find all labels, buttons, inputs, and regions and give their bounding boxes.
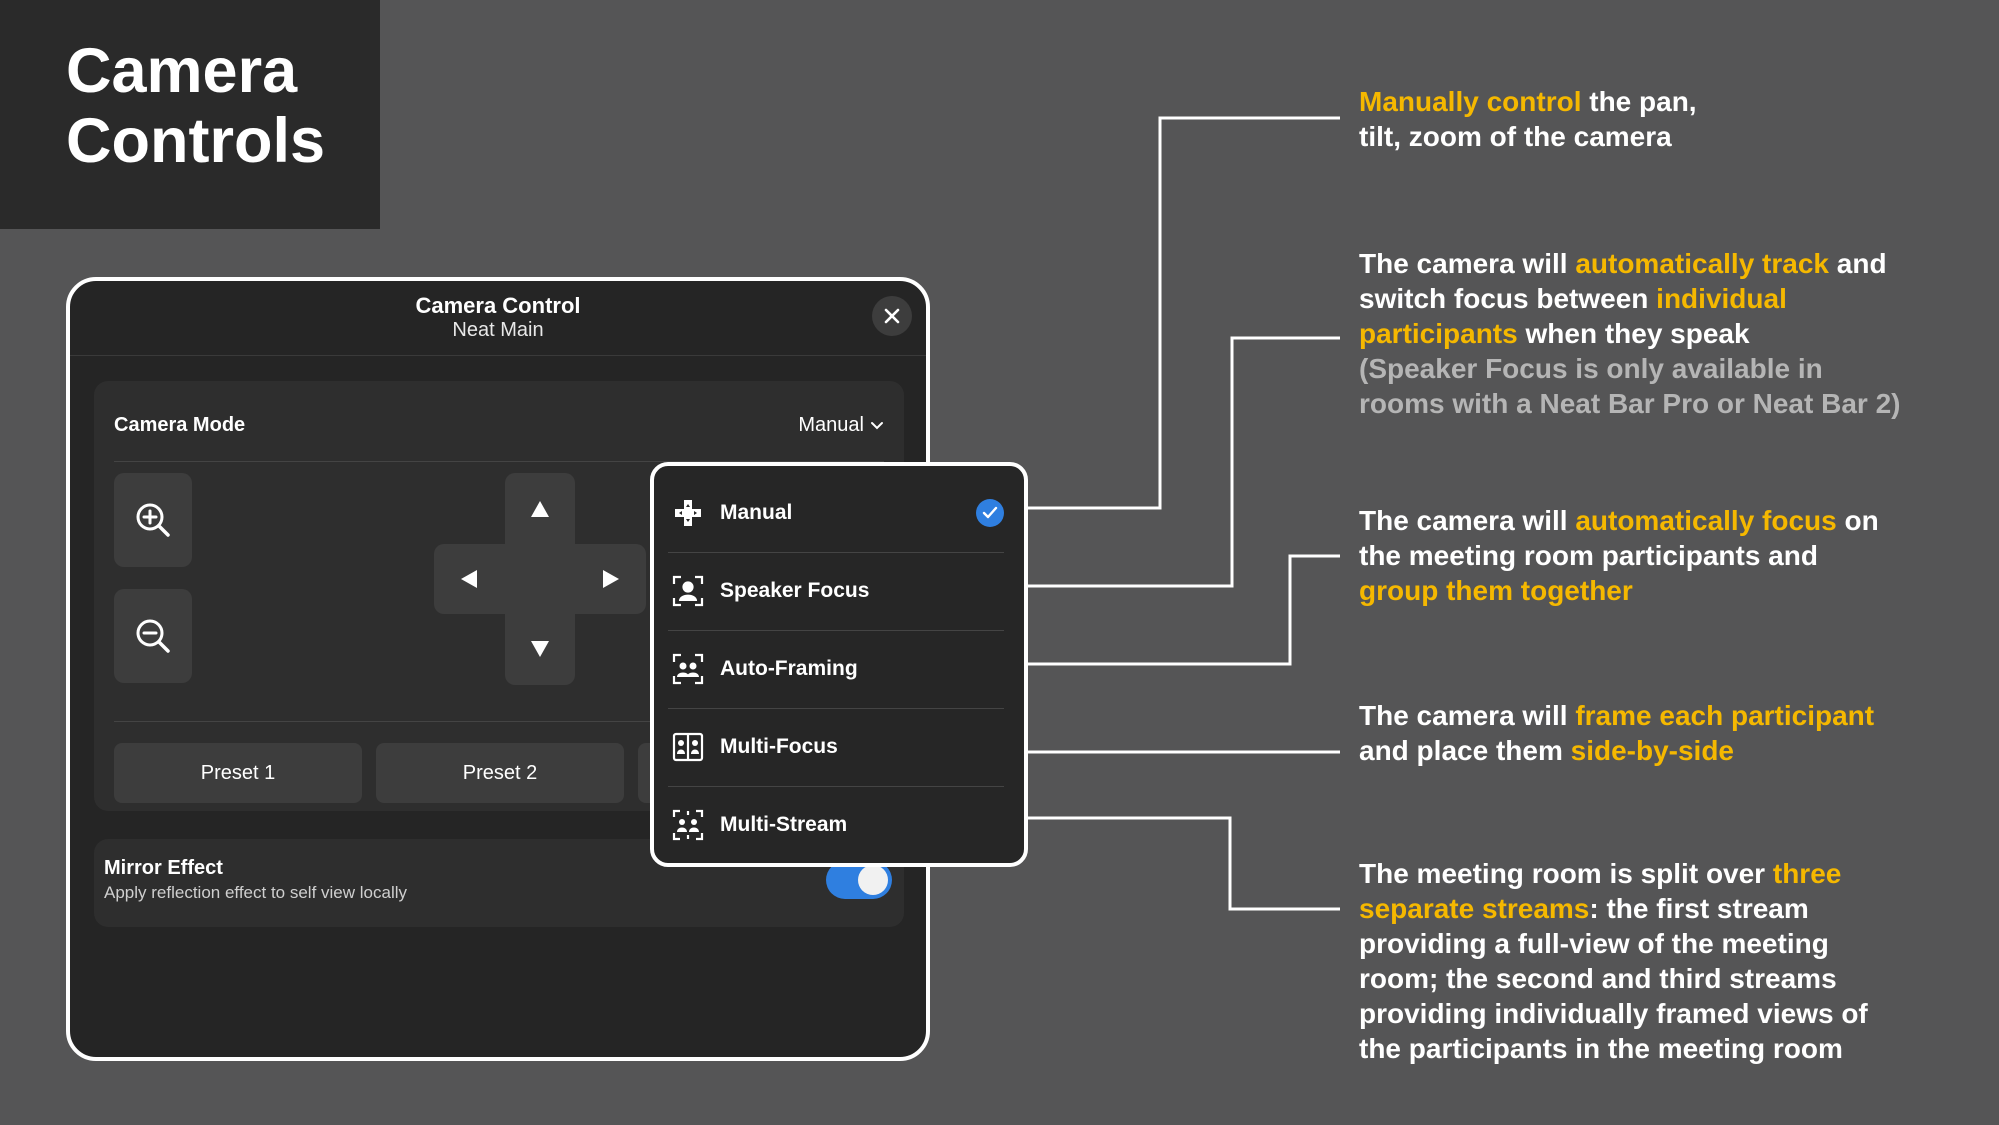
close-button[interactable] xyxy=(872,296,912,336)
move-cross-icon xyxy=(668,493,708,533)
menu-item-manual[interactable]: Manual xyxy=(668,474,1004,552)
arrow-up-icon xyxy=(531,501,549,517)
menu-item-label: Manual xyxy=(720,501,793,524)
window-subtitle: Neat Main xyxy=(452,319,544,341)
annotation-speaker-focus: The camera will automatically track and … xyxy=(1359,248,1901,419)
connector-autoframing xyxy=(1025,554,1340,666)
auto-framing-icon xyxy=(668,649,708,689)
tilt-down-button[interactable] xyxy=(520,629,560,669)
window-title: Camera Control xyxy=(415,293,581,318)
menu-item-multi-stream[interactable]: Multi-Stream xyxy=(668,786,1004,864)
multi-focus-icon xyxy=(668,727,708,767)
annotation-multi-focus: The camera will frame each participant a… xyxy=(1359,700,1875,766)
menu-item-multi-focus[interactable]: Multi-Focus xyxy=(668,708,1004,786)
toggle-knob xyxy=(858,865,888,895)
arrow-right-icon xyxy=(603,570,619,588)
connector-speaker xyxy=(1025,336,1340,588)
pan-tilt-dpad xyxy=(434,473,646,685)
camera-mode-dropdown: Manual Speaker Focus Auto-Framing Multi-… xyxy=(650,462,1028,867)
menu-item-label: Multi-Focus xyxy=(720,735,838,758)
connector-multistream xyxy=(1025,816,1340,911)
camera-mode-label: Camera Mode xyxy=(114,414,246,436)
preset-1-button[interactable]: Preset 1 xyxy=(114,743,362,803)
camera-mode-select[interactable]: Manual xyxy=(798,414,884,437)
zoom-in-icon xyxy=(136,503,170,537)
annotation-auto-framing: The camera will automatically focus on t… xyxy=(1359,505,1879,606)
camera-mode-value: Manual xyxy=(798,414,864,436)
annotation-manual: Manually control the pan, tilt, zoom of … xyxy=(1359,86,1697,152)
mirror-effect-subtitle: Apply reflection effect to self view loc… xyxy=(104,883,407,902)
tilt-up-button[interactable] xyxy=(520,489,560,529)
menu-item-speaker-focus[interactable]: Speaker Focus xyxy=(668,552,1004,630)
window-header: Camera Control Neat Main xyxy=(70,281,926,356)
annotation-multi-stream: The meeting room is split over three sep… xyxy=(1359,858,1868,1064)
menu-item-label: Speaker Focus xyxy=(720,579,870,602)
connector-manual xyxy=(1025,116,1340,510)
menu-item-label: Multi-Stream xyxy=(720,813,848,836)
arrow-down-icon xyxy=(531,641,549,657)
arrow-left-icon xyxy=(461,570,477,588)
zoom-out-icon xyxy=(136,619,170,653)
preset-2-button[interactable]: Preset 2 xyxy=(376,743,624,803)
multi-stream-icon xyxy=(668,805,708,845)
close-icon xyxy=(884,308,900,324)
chevron-down-icon xyxy=(871,421,883,429)
zoom-in-button[interactable] xyxy=(114,473,192,567)
menu-item-label: Auto-Framing xyxy=(720,657,858,680)
speaker-focus-icon xyxy=(668,571,708,611)
menu-item-auto-framing[interactable]: Auto-Framing xyxy=(668,630,1004,708)
zoom-out-button[interactable] xyxy=(114,589,192,683)
checkmark-icon xyxy=(976,499,1004,527)
mirror-effect-title: Mirror Effect xyxy=(104,857,223,879)
pan-left-button[interactable] xyxy=(449,559,489,599)
pan-right-button[interactable] xyxy=(591,559,631,599)
